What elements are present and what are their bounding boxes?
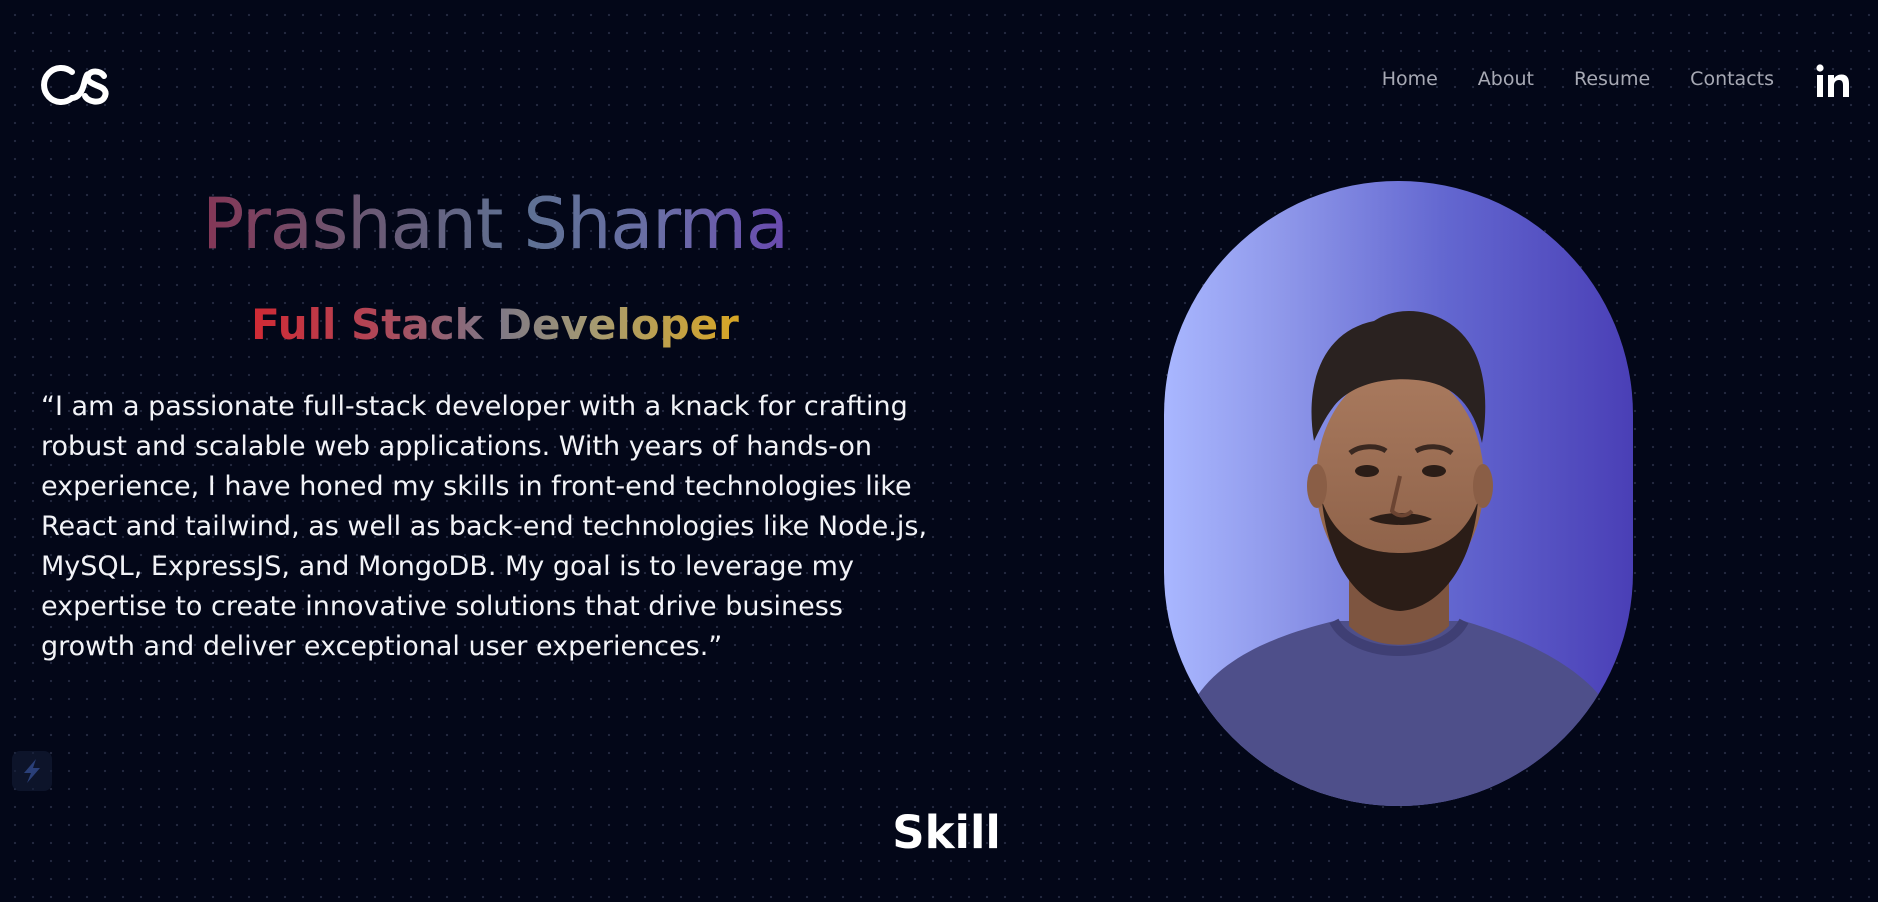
hero-name: Prashant Sharma xyxy=(0,183,990,265)
hero-role: Full Stack Developer xyxy=(0,298,990,352)
linkedin-icon[interactable] xyxy=(1814,62,1852,100)
hero-role-text: Full Stack Developer xyxy=(251,298,739,352)
nav-contacts[interactable]: Contacts xyxy=(1690,68,1774,90)
lightning-bolt-icon[interactable] xyxy=(12,751,52,791)
hero-name-text: Prashant Sharma xyxy=(202,183,789,265)
cs-logo-icon[interactable] xyxy=(40,62,116,108)
main-nav: Home About Resume Contacts xyxy=(1382,68,1774,90)
hero-bio: “I am a passionate full-stack developer … xyxy=(41,391,928,662)
nav-home[interactable]: Home xyxy=(1382,68,1438,90)
profile-photo xyxy=(1164,181,1633,806)
skills-section-title: Skill xyxy=(892,806,1001,859)
nav-about[interactable]: About xyxy=(1478,68,1534,90)
nav-resume[interactable]: Resume xyxy=(1574,68,1650,90)
page: Home About Resume Contacts Prashant Shar… xyxy=(0,0,1878,902)
